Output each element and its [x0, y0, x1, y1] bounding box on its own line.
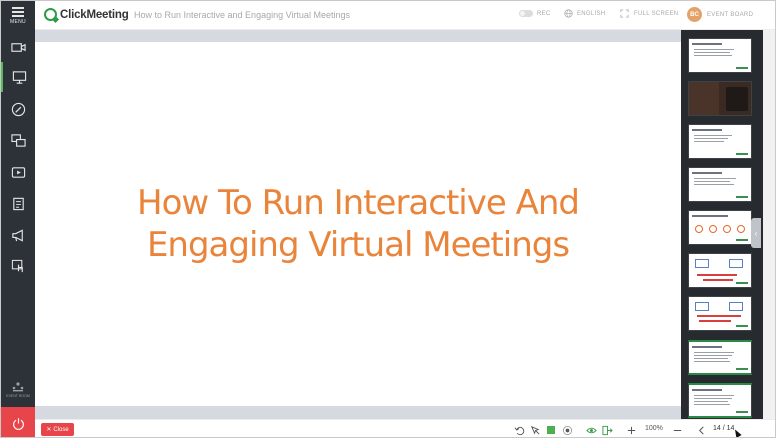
record-toggle[interactable]: REC — [519, 10, 551, 17]
menu-button[interactable]: MENU — [1, 1, 35, 31]
pointer-tool-button[interactable] — [529, 423, 541, 437]
share-slides-button[interactable] — [601, 423, 613, 437]
sidebar-item-cta[interactable] — [1, 220, 35, 250]
sidebar-item-video-file[interactable] — [1, 157, 35, 187]
top-bar: ClickMeeting How to Run Interactive and … — [35, 1, 775, 30]
thumbnails-scrollbar[interactable] — [763, 30, 775, 419]
fullscreen-button[interactable]: FULL SCREEN — [620, 9, 678, 18]
event-board-button[interactable]: BC EVENT BOARD — [687, 7, 753, 22]
close-icon: ✕ — [46, 427, 52, 433]
brand-name: ClickMeeting — [60, 8, 129, 21]
eye-icon — [585, 427, 597, 433]
collapse-thumbnails-button[interactable]: ‹ — [751, 218, 761, 248]
fullscreen-label: FULL SCREEN — [634, 10, 679, 17]
export-icon — [601, 425, 613, 435]
sidebar-item-screen-share[interactable] — [1, 125, 35, 155]
menu-label: MENU — [10, 19, 26, 25]
color-picker-button[interactable] — [545, 423, 557, 437]
sidebar-item-video[interactable] — [1, 32, 35, 62]
polls-icon — [12, 197, 24, 210]
video-play-icon — [11, 166, 25, 178]
previous-slide-button[interactable] — [695, 423, 707, 437]
event-room-button[interactable]: EVENT ROOM — [1, 375, 35, 405]
zoom-level: 100% — [645, 425, 663, 432]
slide-thumbnail[interactable] — [688, 38, 752, 73]
plus-icon — [627, 426, 635, 434]
event-room-icon — [12, 382, 24, 392]
power-icon — [12, 417, 24, 430]
screen-share-icon — [10, 133, 26, 147]
slide-thumbnail[interactable] — [688, 296, 752, 331]
presentation-title: How to Run Interactive and Engaging Virt… — [134, 10, 350, 20]
sidebar-item-interaction[interactable] — [1, 251, 35, 281]
sidebar-item-polls[interactable] — [1, 188, 35, 218]
sidebar-item-whiteboard[interactable] — [1, 94, 35, 124]
zoom-out-button[interactable] — [671, 423, 683, 437]
record-label: REC — [537, 10, 551, 17]
leave-power-button[interactable] — [1, 407, 35, 437]
cta-megaphone-icon — [11, 228, 23, 242]
bottom-toolbar: ✕ Close 100% 14 / 14 — [35, 419, 775, 437]
close-presentation-button[interactable]: ✕ Close — [41, 423, 74, 436]
touch-interaction-icon — [11, 259, 23, 272]
page-indicator: 14 / 14 — [713, 425, 735, 432]
stroke-size-button[interactable] — [561, 423, 573, 437]
slide-title: How To Run Interactive And Engaging Virt… — [137, 183, 580, 265]
slide-thumbnail-active[interactable] — [688, 383, 752, 418]
avatar: BC — [687, 7, 702, 22]
globe-icon — [564, 9, 573, 18]
presentation-icon — [12, 70, 26, 84]
undo-button[interactable] — [513, 423, 525, 437]
language-label: ENGLISH — [577, 10, 606, 17]
app-window: MENU EVENT ROOM ClickMeeting How to Run … — [0, 0, 776, 438]
whiteboard-pen-icon — [11, 102, 25, 116]
event-board-label: EVENT BOARD — [707, 11, 754, 18]
sidebar-item-presentation[interactable] — [1, 62, 35, 92]
language-selector[interactable]: ENGLISH — [564, 9, 605, 18]
zoom-in-button[interactable] — [625, 423, 637, 437]
slide-thumbnail[interactable] — [688, 253, 752, 288]
minus-icon — [673, 429, 681, 431]
brand-logo: ClickMeeting — [44, 8, 129, 21]
slide-thumbnail[interactable] — [688, 81, 752, 116]
slide-thumbnail[interactable] — [688, 167, 752, 202]
clickmeeting-logo-icon — [44, 8, 57, 21]
toggle-switch-icon — [519, 10, 533, 17]
undo-icon — [514, 426, 524, 435]
current-slide: How To Run Interactive And Engaging Virt… — [35, 42, 681, 406]
left-sidebar: MENU EVENT ROOM — [1, 1, 35, 437]
stroke-dot-icon — [562, 425, 572, 435]
slide-thumbnail[interactable] — [688, 340, 752, 375]
event-room-label: EVENT ROOM — [6, 394, 30, 398]
chevron-left-icon: ‹ — [754, 228, 758, 238]
green-square-icon — [547, 426, 555, 434]
chevron-left-icon — [698, 425, 704, 435]
visibility-toggle-button[interactable] — [585, 423, 597, 437]
close-label: Close — [53, 426, 69, 433]
hamburger-icon — [12, 7, 24, 17]
slide-thumbnail[interactable] — [688, 210, 752, 245]
fullscreen-icon — [620, 9, 629, 18]
slide-thumbnail[interactable] — [688, 124, 752, 159]
presentation-stage: How To Run Interactive And Engaging Virt… — [35, 30, 681, 419]
pointer-icon — [530, 425, 540, 435]
video-camera-icon — [10, 42, 26, 52]
